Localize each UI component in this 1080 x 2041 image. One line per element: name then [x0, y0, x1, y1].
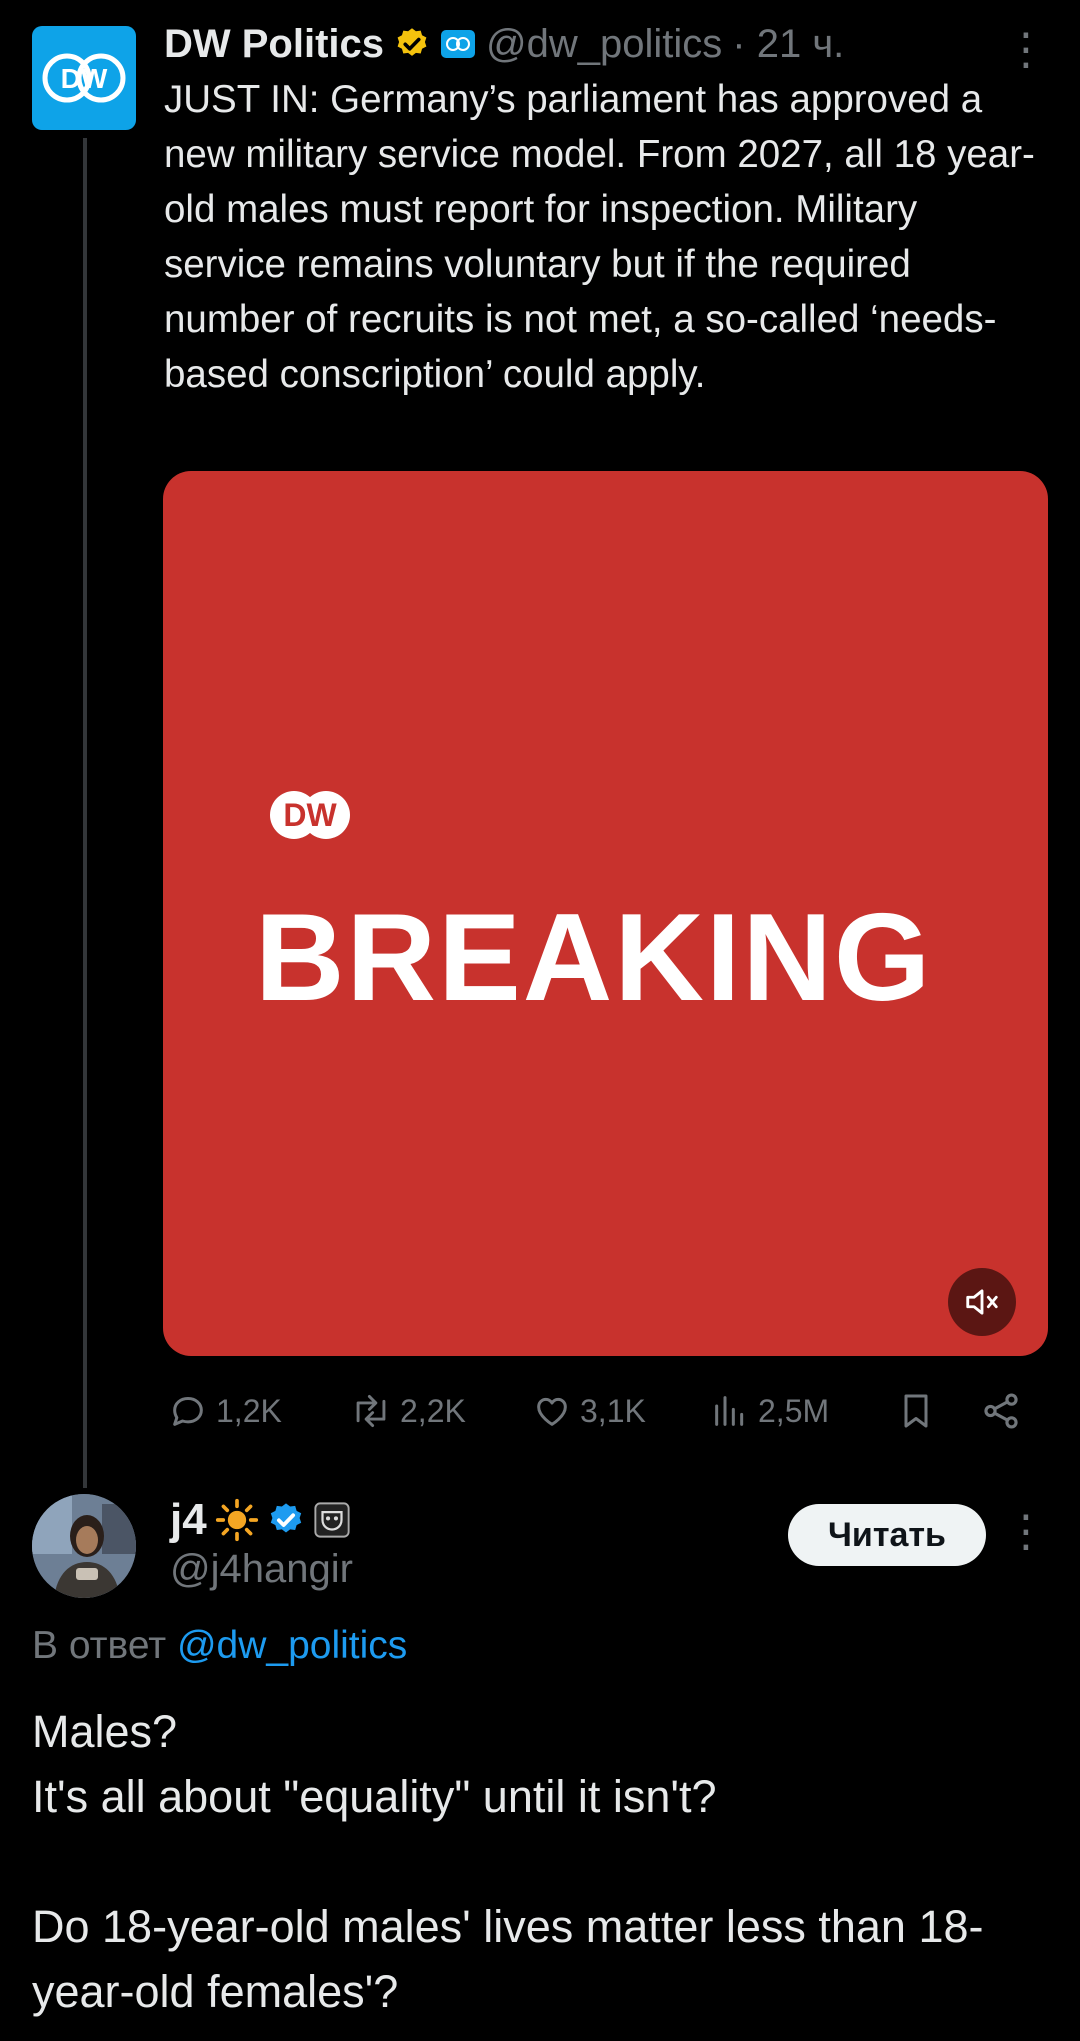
affiliate-badge-icon [441, 30, 476, 58]
reply-author-handle[interactable]: @j4hangir [170, 1547, 353, 1592]
breaking-headline: BREAKING [255, 889, 933, 1027]
tweet-time[interactable]: · 21 ч. [732, 22, 844, 67]
reply-button[interactable]: 1,2K [168, 1391, 350, 1431]
svg-text:DW: DW [283, 797, 337, 833]
tweet-text: JUST IN: Germany’s parliament has approv… [164, 78, 1035, 396]
thread-line [83, 138, 87, 1488]
share-icon [984, 1393, 1018, 1429]
dw-media-logo-icon: DW [270, 791, 350, 839]
like-button[interactable]: 3,1K [532, 1391, 710, 1431]
replying-to-label: В ответ [32, 1624, 167, 1667]
tweet-actions: 1,2K 2,2K 3,1K 2,5M [168, 1384, 1028, 1438]
dw-avatar[interactable]: DW [32, 26, 136, 130]
author-handle[interactable]: @dw_politics [486, 22, 722, 67]
replying-to: В ответ @dw_politics [32, 1624, 407, 1668]
reply-count: 1,2K [216, 1392, 282, 1429]
verified-blue-badge-icon [270, 1503, 301, 1533]
repost-icon [356, 1395, 386, 1427]
svg-text:DW: DW [61, 63, 108, 94]
verified-gold-badge-icon [397, 28, 427, 56]
reply-icon [173, 1397, 203, 1426]
dw-logo-icon: DW [42, 53, 126, 103]
tweet-header: DW Politics @dw_politics · 21 ч. [164, 14, 844, 74]
mute-button[interactable] [948, 1268, 1016, 1336]
avatar-photo [32, 1494, 136, 1598]
reply-header: j4 [170, 1494, 351, 1546]
reply-text: Males? It's all about "equality" until i… [32, 1706, 984, 2017]
reply-author-avatar[interactable] [32, 1494, 136, 1598]
reply-author-name[interactable]: j4 [170, 1495, 207, 1545]
like-count: 3,1K [580, 1392, 646, 1429]
repost-count: 2,2K [400, 1392, 466, 1429]
heart-icon [537, 1397, 567, 1426]
reply-more-options-icon[interactable]: ⋮ [1004, 1510, 1048, 1554]
volume-muted-icon [966, 1289, 998, 1315]
bookmark-icon [904, 1394, 928, 1428]
more-options-icon[interactable]: ⋮ [1004, 28, 1048, 72]
repost-button[interactable]: 2,2K [350, 1391, 532, 1431]
author-name[interactable]: DW Politics [164, 22, 384, 67]
share-button[interactable] [980, 1390, 1022, 1432]
follow-button[interactable]: Читать [788, 1504, 986, 1566]
replying-to-mention[interactable]: @dw_politics [177, 1624, 407, 1667]
tweet-media-video[interactable]: DW BREAKING [163, 471, 1048, 1356]
sun-emoji-icon [215, 1498, 258, 1542]
views-button[interactable]: 2,5M [710, 1391, 896, 1431]
views-chart-icon [715, 1396, 744, 1426]
bookmark-button[interactable] [896, 1390, 980, 1432]
view-count: 2,5M [758, 1392, 830, 1429]
affiliate-mask-badge-icon [314, 1502, 350, 1538]
